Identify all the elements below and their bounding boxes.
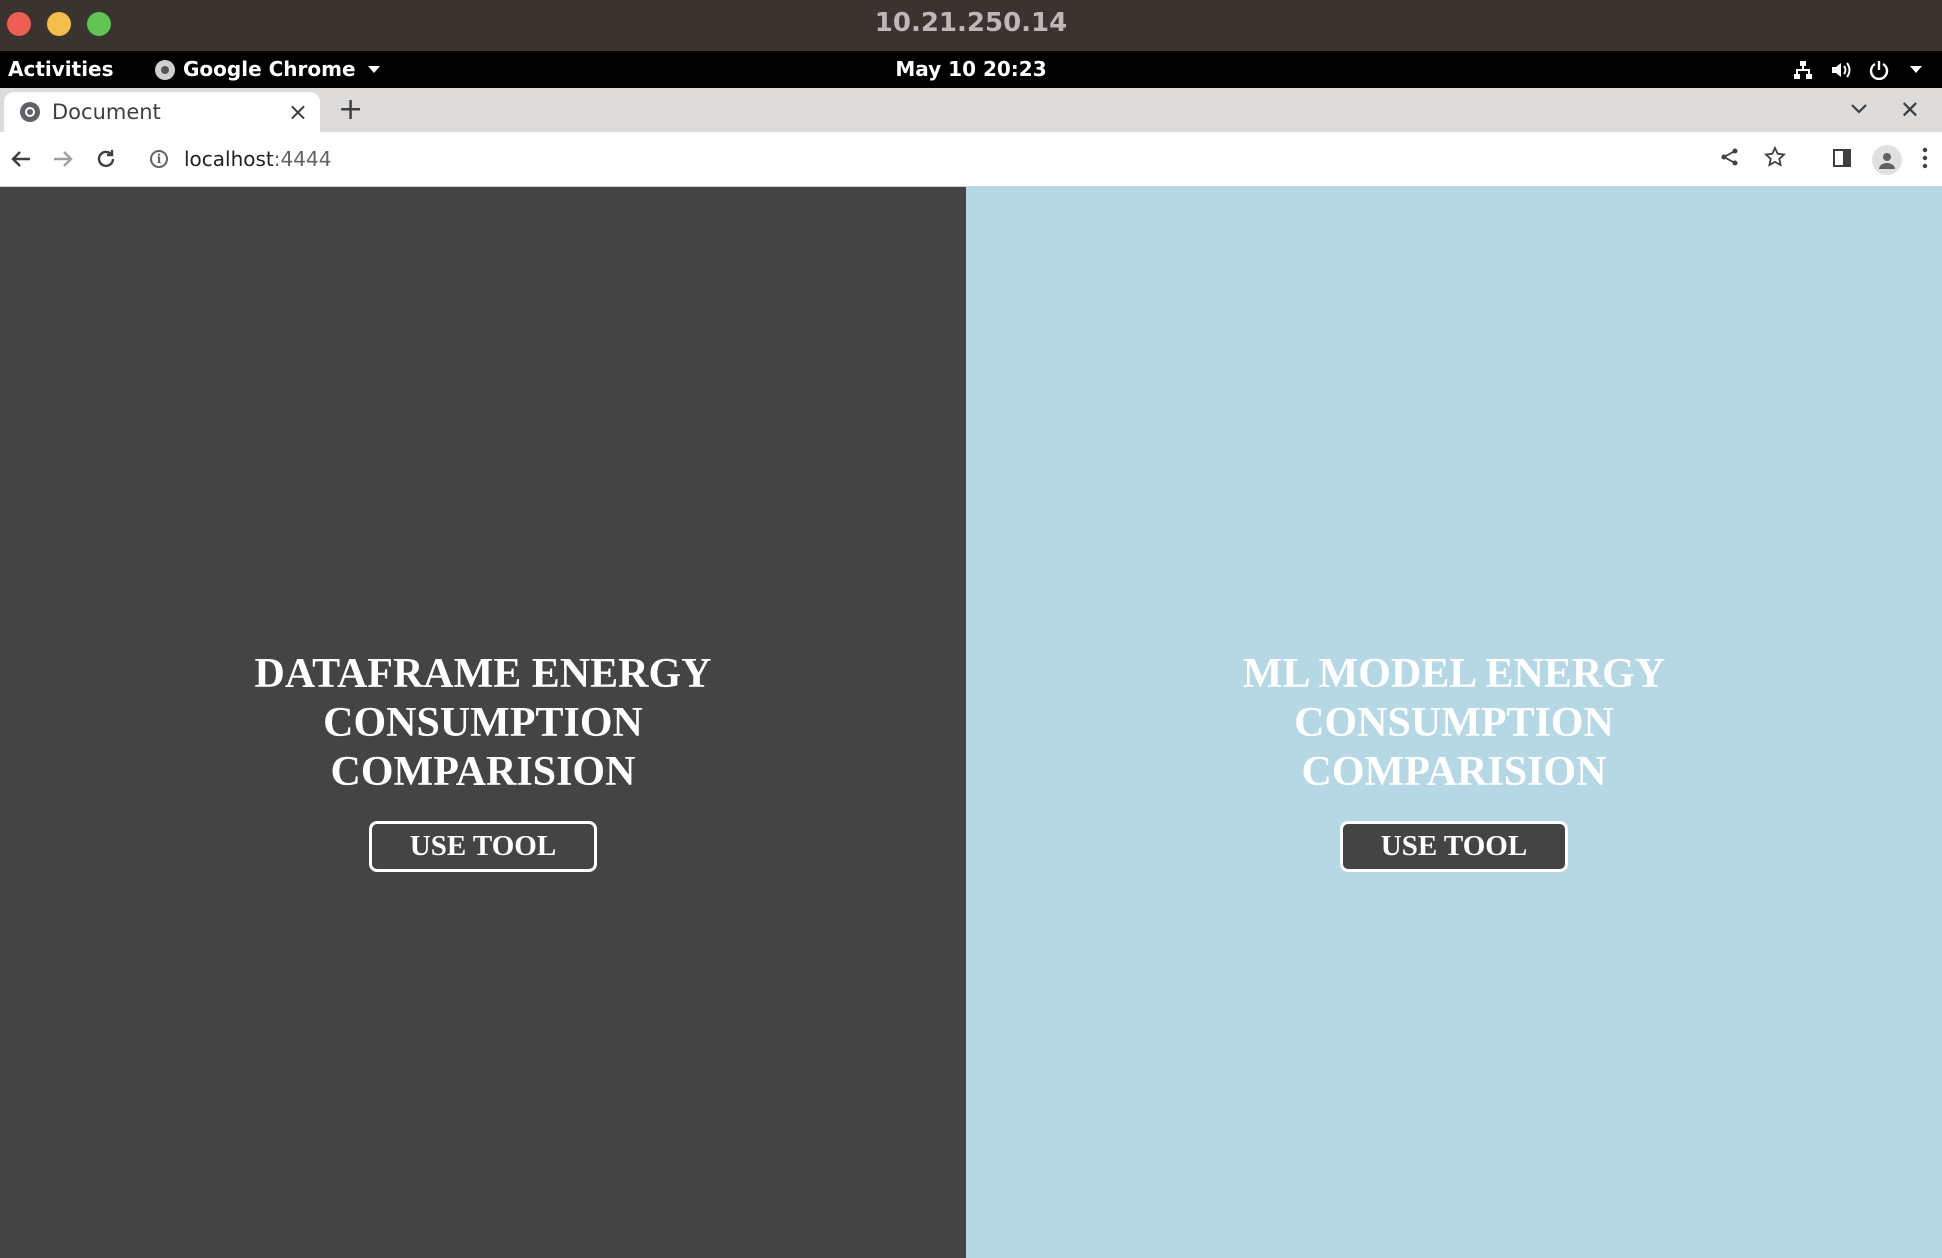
tab-document[interactable]: Document × xyxy=(4,92,320,132)
page-viewport: DATAFRAME ENERGY CONSUMPTION COMPARISION… xyxy=(0,187,1942,1258)
chevron-down-icon xyxy=(1851,104,1867,114)
close-icon[interactable]: × xyxy=(288,100,308,124)
browser-toolbar: i localhost:4444 xyxy=(0,132,1942,187)
reload-icon xyxy=(97,150,115,168)
mac-window-titlebar: 10.21.250.14 xyxy=(0,0,1942,51)
dataframe-panel-content: DATAFRAME ENERGY CONSUMPTION COMPARISION… xyxy=(0,650,966,872)
ml-model-use-tool-button[interactable]: USE TOOL xyxy=(1339,821,1569,872)
system-tray[interactable] xyxy=(1792,51,1922,88)
tab-title: Document xyxy=(52,100,161,124)
ml-model-panel-content: ML MODEL ENERGY CONSUMPTION COMPARISION … xyxy=(966,650,1942,872)
clock[interactable]: May 10 20:23 xyxy=(0,51,1942,88)
info-icon[interactable]: i xyxy=(150,150,168,168)
tab-search-button[interactable] xyxy=(1850,100,1868,119)
globe-icon xyxy=(20,102,40,122)
toolbar-right xyxy=(1832,145,1928,175)
dataframe-use-tool-button[interactable]: USE TOOL xyxy=(368,821,598,872)
menu-kebab-icon[interactable] xyxy=(1922,147,1928,173)
url-text[interactable]: localhost:4444 xyxy=(184,147,331,171)
power-icon xyxy=(1868,59,1890,81)
back-button[interactable] xyxy=(7,145,35,173)
side-panel-icon[interactable] xyxy=(1832,148,1852,172)
network-icon xyxy=(1792,59,1814,81)
address-bar-actions xyxy=(1720,138,1796,180)
window-title: 10.21.250.14 xyxy=(874,8,1068,38)
dataframe-heading: DATAFRAME ENERGY CONSUMPTION COMPARISION xyxy=(254,651,712,795)
tab-strip: Document × xyxy=(0,88,1942,132)
reload-button[interactable] xyxy=(92,145,120,173)
share-icon[interactable] xyxy=(1720,147,1740,171)
url-host: localhost xyxy=(184,147,274,171)
volume-icon xyxy=(1830,59,1852,81)
forward-arrow-icon xyxy=(54,151,73,167)
profile-icon[interactable] xyxy=(1872,145,1902,175)
window-close-button[interactable]: ✕ xyxy=(1900,96,1920,124)
new-tab-button[interactable]: + xyxy=(338,94,363,126)
chevron-down-icon xyxy=(1910,66,1922,73)
ml-model-panel: ML MODEL ENERGY CONSUMPTION COMPARISION … xyxy=(966,187,1942,1258)
url-port: :4444 xyxy=(273,147,332,171)
back-arrow-icon xyxy=(11,151,30,167)
gnome-top-panel: Activities Google Chrome May 10 20:23 xyxy=(0,51,1942,88)
ml-model-heading: ML MODEL ENERGY CONSUMPTION COMPARISION xyxy=(1242,651,1666,795)
bookmark-star-icon[interactable] xyxy=(1763,145,1787,172)
dataframe-panel: DATAFRAME ENERGY CONSUMPTION COMPARISION… xyxy=(0,187,966,1258)
address-bar[interactable]: i localhost:4444 xyxy=(136,138,1796,180)
forward-button[interactable] xyxy=(49,145,77,173)
